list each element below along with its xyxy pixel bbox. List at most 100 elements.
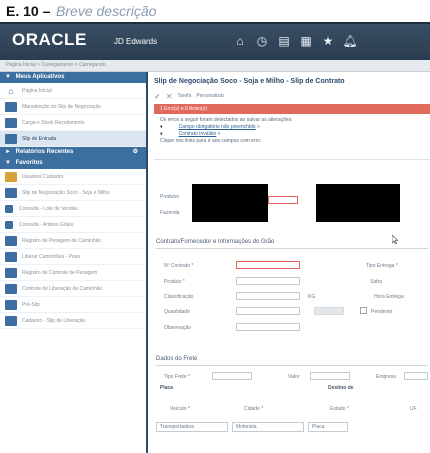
contrato-input[interactable]: [236, 261, 300, 269]
sidebar-item-stock-receipt[interactable]: Carga e Stock Recebimento: [0, 115, 146, 131]
sidebar-item-label: Registro de Pesagem de Caminhão: [22, 237, 102, 244]
error-link[interactable]: Campo obrigatório não preenchido: [179, 124, 256, 130]
field-label-fazenda: Fazenda: [160, 210, 180, 216]
error-footer: Clique nos links para ir aos campos com …: [160, 138, 262, 144]
field-label-motorista: Motorista: [236, 424, 257, 430]
sidebar-item-label: Liberar Caminhões - Peso: [22, 253, 81, 260]
section-title: Favoritos: [15, 160, 43, 166]
redacted-block: [316, 184, 400, 222]
form-title: Slip de Negociação Soco - Soja e Milho -…: [154, 78, 345, 85]
sidebar-item-truck-release-control[interactable]: Controle de Liberação de Caminhão: [0, 281, 146, 297]
error-message: Os erros a seguir foram detectados ao sa…: [160, 117, 293, 123]
error-bullet-icon: ♦: [160, 124, 163, 130]
sidebar-item-release-trucks[interactable]: Liberar Caminhões - Peso: [0, 249, 146, 265]
folder-icon: [5, 171, 17, 182]
app-icon: [5, 299, 17, 310]
field-label-cidade: Cidade *: [244, 406, 264, 412]
sidebar-item-pre-slip[interactable]: Pré-Slip: [0, 297, 146, 313]
empresa-input[interactable]: [404, 372, 428, 380]
nav-arrow-icon[interactable]: »: [257, 124, 260, 130]
expand-arrow-icon: ▼: [5, 74, 11, 80]
field-label-produto: Produto *: [164, 279, 185, 285]
sidebar-item-label: Cadastro - Slip de Liberação: [22, 317, 86, 324]
classificacao-input[interactable]: [236, 292, 300, 300]
valor-input[interactable]: [310, 372, 350, 380]
sidebar-item-label: Slip de Negociação Soco - Soja e Milho: [22, 189, 110, 196]
field-label-contrato: Nº Contrato *: [164, 263, 194, 269]
section-frete-title: Dados do Frete: [156, 356, 198, 362]
collapse-arrow-icon: ►: [5, 149, 11, 155]
home-icon: ⌂: [8, 85, 14, 96]
sidebar-item-label: Carga e Stock Recebimento: [22, 119, 85, 126]
sidebar-item-label: Usuários Cadastro: [22, 173, 64, 180]
error-header[interactable]: 1 Erro(s) e 0 Aviso(s): [154, 104, 430, 114]
section-divider: [156, 248, 428, 249]
field-label-veiculo: Veículo *: [170, 406, 190, 412]
field-label-classificacao: Classificação: [164, 294, 194, 300]
sidebar-item-entry-slip[interactable]: Slip de Entrada: [0, 131, 146, 147]
expand-arrow-icon: ▼: [5, 160, 11, 166]
sidebar-item-home[interactable]: ⌂ Página Inicial: [0, 83, 146, 99]
app-icon: [5, 187, 17, 198]
task-button[interactable]: Tarefa: [177, 93, 191, 99]
sidebar-item-users[interactable]: Usuários Cadastro: [0, 169, 146, 185]
nav-arrow-icon[interactable]: »: [218, 131, 221, 137]
uom-label: KG: [308, 294, 316, 300]
redacted-block: [192, 184, 268, 222]
section-title: Relatórios Recentes: [15, 149, 74, 155]
sidebar-item-truck-weigh[interactable]: Registro de Pesagem de Caminhão: [0, 233, 146, 249]
observacao-input[interactable]: [236, 323, 300, 331]
field-label-produtor: Produtor: [160, 194, 180, 200]
field-label-safra: Safra: [370, 279, 382, 285]
gear-icon[interactable]: ⚙: [133, 148, 138, 155]
sidebar-item-label: Consulta - Lote de Vendas: [19, 205, 78, 212]
error-link[interactable]: Contrato Inválido: [179, 131, 217, 137]
ok-icon[interactable]: ✓: [154, 92, 161, 101]
tipo-frete-input[interactable]: [212, 372, 252, 380]
produtor-input[interactable]: [268, 196, 298, 204]
cancel-icon[interactable]: ✕: [166, 92, 173, 101]
pendente-checkbox[interactable]: [360, 307, 367, 314]
sidebar-item-label: Pré-Slip: [22, 301, 40, 308]
recent-icon[interactable]: ▦: [298, 33, 314, 49]
oracle-logo: ORACLE: [12, 30, 87, 49]
section-title: Meus Aplicativos: [15, 74, 65, 80]
caption-prefix: E. 10 –: [6, 3, 51, 19]
sidebar-section-recent-reports[interactable]: ► Relatórios Recentes ⚙: [0, 147, 146, 158]
app-icon: [5, 251, 17, 262]
field-label-observacao: Observação: [164, 325, 191, 331]
app-icon: [5, 220, 13, 229]
favorites-icon[interactable]: ★: [320, 33, 336, 49]
product-name: JD Edwards: [114, 37, 158, 46]
section-contract-title: Contrato/Fornecedor e Informações do Grã…: [156, 239, 275, 245]
sidebar-item-negotiation-slip[interactable]: Slip de Negociação Soco - Soja e Milho: [0, 185, 146, 201]
sidebar: ▼ Meus Aplicativos ⌂ Página Inicial Manu…: [0, 72, 148, 453]
app-icon: [5, 267, 17, 278]
home-icon[interactable]: ⌂: [232, 33, 248, 49]
app-icon: [5, 283, 17, 294]
history-icon[interactable]: ◷: [254, 33, 270, 49]
sidebar-item-weigh-control[interactable]: Registro de Controle de Pesagem: [0, 265, 146, 281]
sidebar-section-my-apps[interactable]: ▼ Meus Aplicativos: [0, 72, 146, 83]
caption: E. 10 – Breve descrição: [0, 0, 430, 22]
sidebar-section-favorites[interactable]: ▼ Favoritos: [0, 158, 146, 169]
field-label-empresa: Empresa: [376, 374, 397, 380]
sidebar-item-label: Consulta - Ambos Grãos: [19, 221, 74, 228]
sidebar-item-negotiation-maintenance[interactable]: Manutenção do Slip de Negociação: [0, 99, 146, 115]
field-label-transportadora: Transportadora: [160, 424, 194, 430]
sidebar-item-label: Registro de Controle de Pesagem: [22, 269, 98, 276]
reports-icon[interactable]: ▤: [276, 33, 292, 49]
produto-input[interactable]: [236, 277, 300, 285]
breadcrumb[interactable]: Página Inicial > Carregamento > Carregan…: [0, 60, 430, 72]
quantidade-input[interactable]: [236, 307, 300, 315]
sidebar-item-label: Manutenção do Slip de Negociação: [22, 103, 101, 110]
sidebar-item-label: Slip de Entrada: [22, 135, 57, 142]
readonly-field: [314, 307, 344, 315]
sidebar-item-sales-lot[interactable]: Consulta - Lote de Vendas: [0, 201, 146, 217]
personalize-button[interactable]: Personalizar: [196, 93, 224, 99]
field-label-placa: Placa: [312, 424, 325, 430]
toolbar: ✓ ✕ Tarefa Personalizar: [154, 91, 224, 101]
sidebar-item-release-slip[interactable]: Cadastro - Slip de Liberação: [0, 313, 146, 329]
sidebar-item-grains[interactable]: Consulta - Ambos Grãos: [0, 217, 146, 233]
notifications-icon[interactable]: 🔔︎: [342, 33, 358, 49]
